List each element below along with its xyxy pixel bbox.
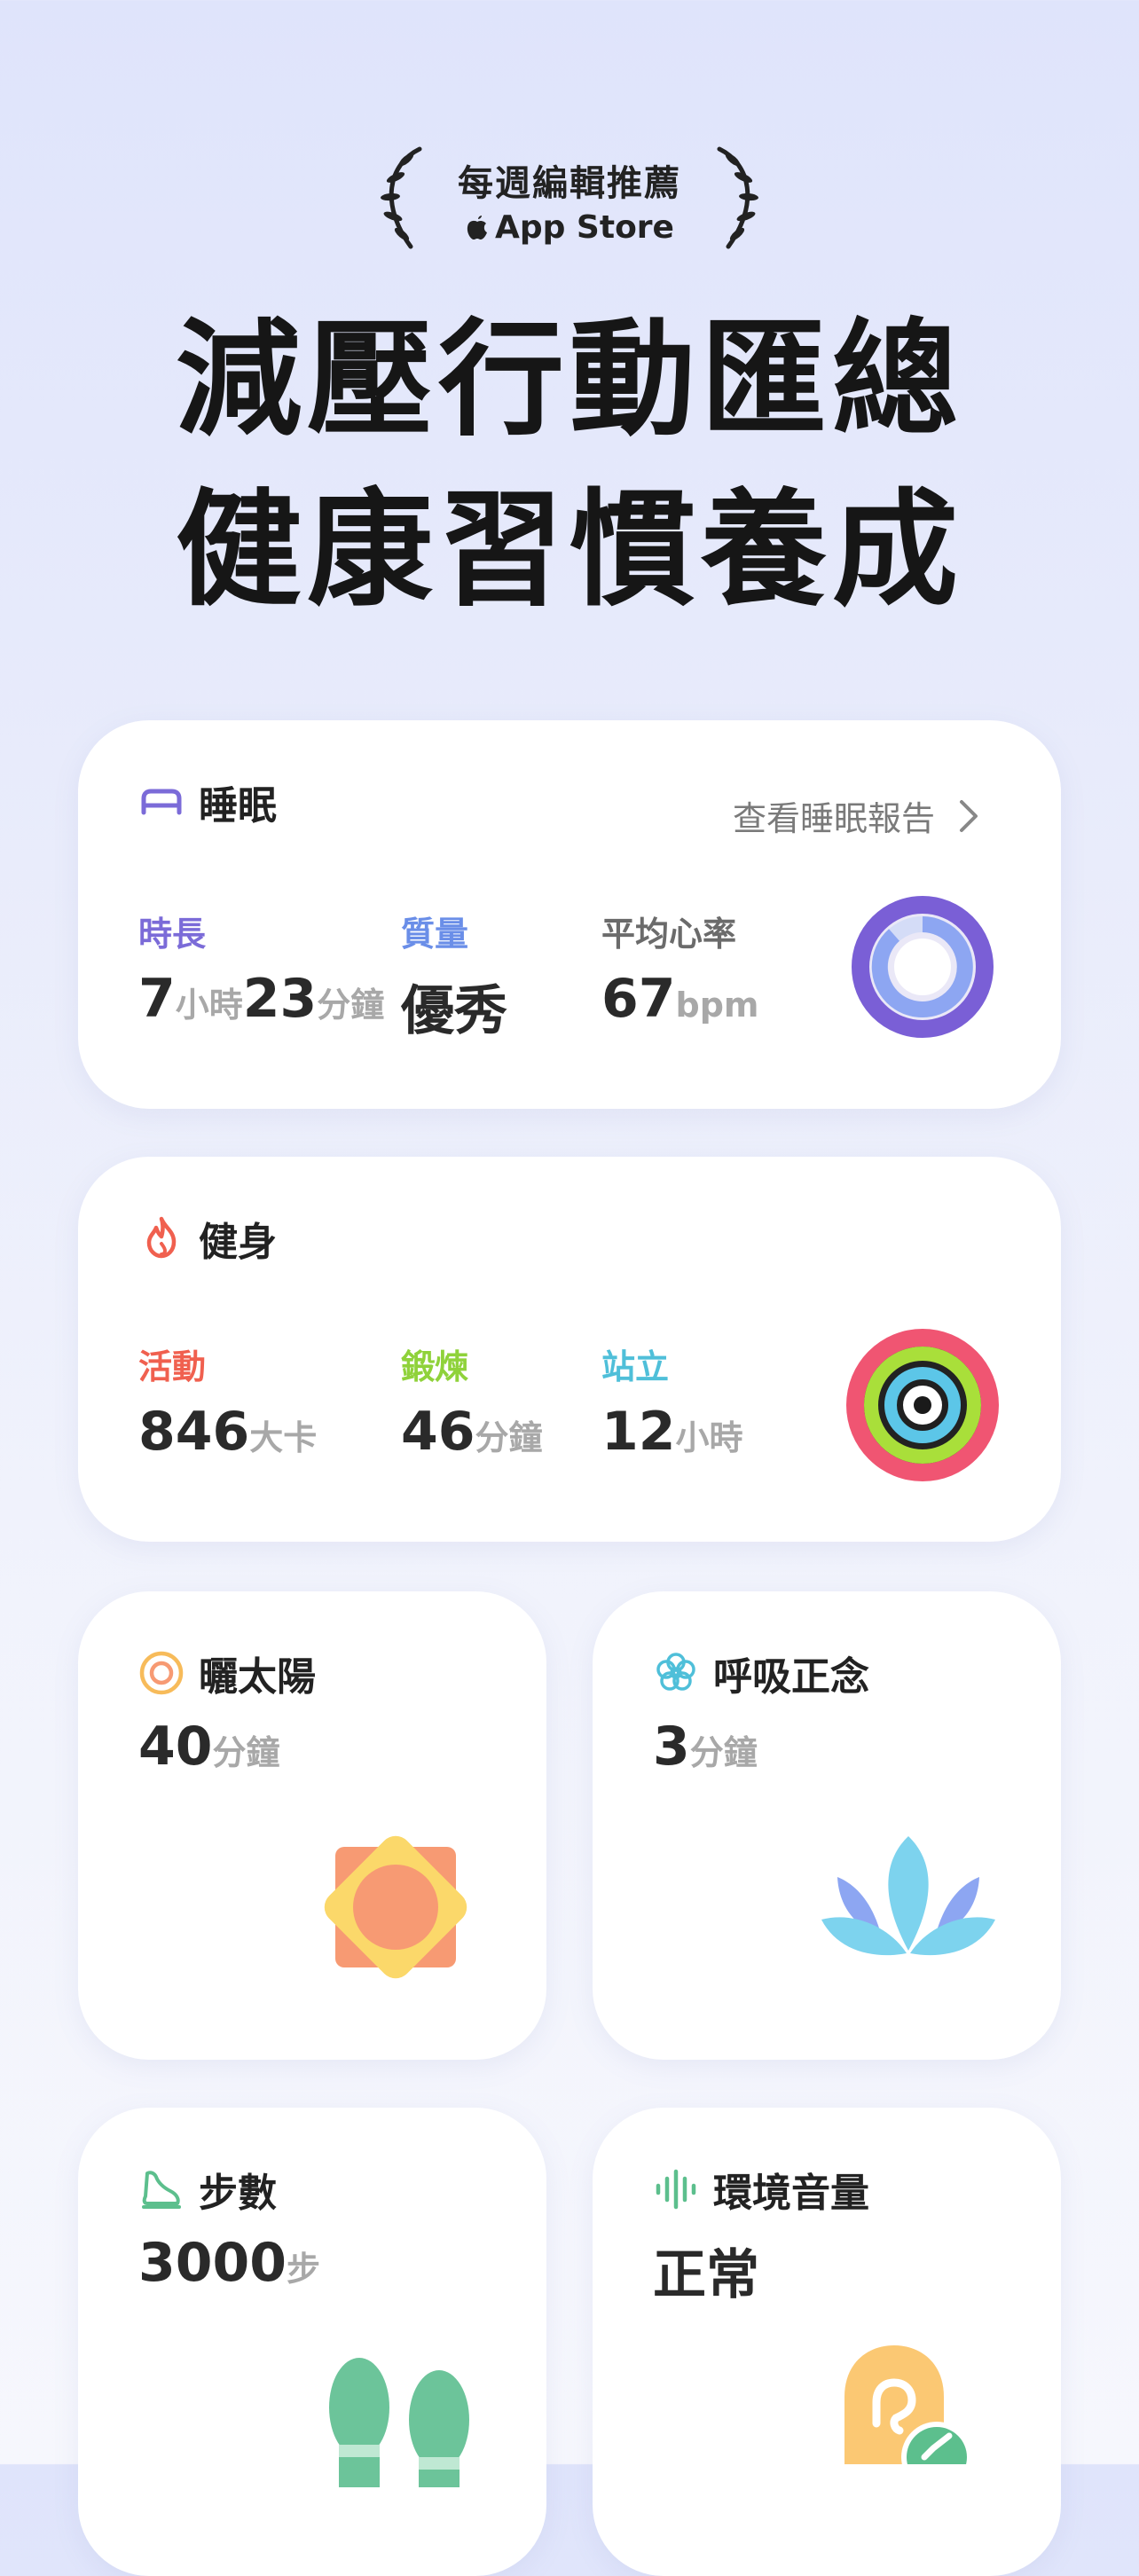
sun-title: 曬太陽 (199, 1654, 316, 1700)
noise-card[interactable]: 環境音量 正常 (593, 2108, 1061, 2576)
breath-number: 3 (653, 1716, 690, 1778)
heart-rate-unit: bpm (675, 986, 759, 1025)
sleep-report-link[interactable]: 查看睡眠報告 (733, 791, 981, 840)
heart-rate-label: 平均心率 (601, 915, 737, 954)
sleep-report-label: 查看睡眠報告 (732, 799, 935, 838)
noise-value: 正常 (653, 2244, 759, 2306)
stand-unit: 小時 (675, 1418, 743, 1457)
shoe-icon (142, 2171, 181, 2209)
lotus-illustration (821, 1836, 995, 1956)
badge-title: 每週編輯推薦 (458, 163, 681, 204)
steps-unit: 步 (287, 2250, 321, 2289)
sleep-card-header: 睡眠 (138, 774, 277, 830)
noise-card-header: 環境音量 (653, 2161, 869, 2218)
ear-illustration (844, 2345, 972, 2464)
stand-label: 站立 (601, 1347, 670, 1386)
app-store-label: App Store (0, 209, 1139, 246)
activity-unit: 大卡 (249, 1418, 318, 1457)
steps-card-header: 步數 (138, 2161, 277, 2218)
sleep-ring-chart (852, 896, 994, 1038)
app-store-text: App Store (495, 209, 674, 246)
sleep-quality-label: 質量 (401, 915, 469, 954)
sun-card-header: 曬太陽 (138, 1645, 316, 1701)
footprints-illustration (329, 2358, 469, 2487)
exercise-value: 46分鐘 (401, 1401, 543, 1463)
stand-value: 12小時 (601, 1401, 743, 1463)
sleep-quality-value: 優秀 (401, 980, 507, 1042)
noise-title: 環境音量 (713, 2171, 869, 2216)
activity-rings-chart (846, 1329, 999, 1481)
apple-logo-icon (467, 216, 487, 240)
stand-stat: 站立 12小時 (601, 1339, 743, 1463)
flame-icon (146, 1216, 177, 1259)
sun-card[interactable]: 曬太陽 40分鐘 (78, 1591, 546, 2060)
fitness-card[interactable]: 健身 活動 846大卡 鍛煉 46分鐘 站立 12小時 (78, 1157, 1061, 1542)
steps-card[interactable]: 步數 3000步 (78, 2108, 546, 2576)
activity-label: 活動 (138, 1347, 207, 1386)
headline-line-1: 減壓行動匯總 (176, 307, 963, 453)
sleep-minutes: 23 (242, 968, 318, 1030)
activity-value: 846大卡 (138, 1401, 317, 1463)
chevron-right-icon (960, 799, 978, 832)
sleep-hours: 7 (138, 968, 176, 1030)
sleep-quality-stat: 質量 優秀 (401, 907, 507, 1045)
breath-title: 呼吸正念 (713, 1654, 869, 1700)
sun-unit: 分鐘 (212, 1733, 280, 1772)
heart-rate-stat: 平均心率 67bpm (601, 907, 759, 1030)
sleep-hours-unit: 小時 (175, 986, 243, 1025)
exercise-number: 46 (401, 1401, 475, 1463)
laurel-right-icon (717, 146, 758, 249)
sun-value: 40分鐘 (138, 1716, 280, 1778)
sound-wave-icon (656, 2169, 696, 2210)
fitness-title: 健身 (199, 1220, 277, 1265)
flower-icon (656, 1653, 695, 1691)
editor-choice-badge: 每週編輯推薦 App Store (0, 142, 1139, 257)
sleep-duration-stat: 時長 7小時23分鐘 (138, 907, 384, 1030)
breath-card[interactable]: 呼吸正念 3分鐘 (593, 1591, 1061, 2060)
breath-unit: 分鐘 (689, 1733, 758, 1772)
steps-title: 步數 (199, 2171, 277, 2216)
sun-illustration (324, 1835, 467, 1979)
activity-stat: 活動 846大卡 (138, 1339, 317, 1463)
stand-number: 12 (601, 1401, 676, 1463)
steps-number: 3000 (138, 2232, 287, 2294)
sleep-duration-label: 時長 (138, 915, 207, 954)
sleep-title: 睡眠 (199, 783, 277, 829)
breath-value: 3分鐘 (653, 1716, 758, 1778)
steps-value: 3000步 (138, 2232, 320, 2294)
exercise-label: 鍛煉 (401, 1347, 469, 1386)
heart-rate-number: 67 (601, 968, 676, 1030)
sun-icon (139, 1651, 184, 1695)
bed-icon (141, 789, 182, 815)
breath-card-header: 呼吸正念 (653, 1645, 869, 1701)
fitness-card-header: 健身 (138, 1210, 277, 1267)
sleep-card[interactable]: 睡眠 查看睡眠報告 時長 7小時23分鐘 質量 優秀 平均心率 67bpm (78, 720, 1061, 1109)
headline-line-2: 健康習慣養成 (176, 477, 963, 624)
exercise-unit: 分鐘 (475, 1418, 543, 1457)
exercise-stat: 鍛煉 46分鐘 (401, 1339, 543, 1463)
sleep-duration-value: 7小時23分鐘 (138, 968, 384, 1030)
sun-number: 40 (138, 1716, 213, 1778)
sleep-minutes-unit: 分鐘 (317, 986, 385, 1025)
heart-rate-value: 67bpm (601, 968, 759, 1030)
activity-number: 846 (138, 1401, 250, 1463)
